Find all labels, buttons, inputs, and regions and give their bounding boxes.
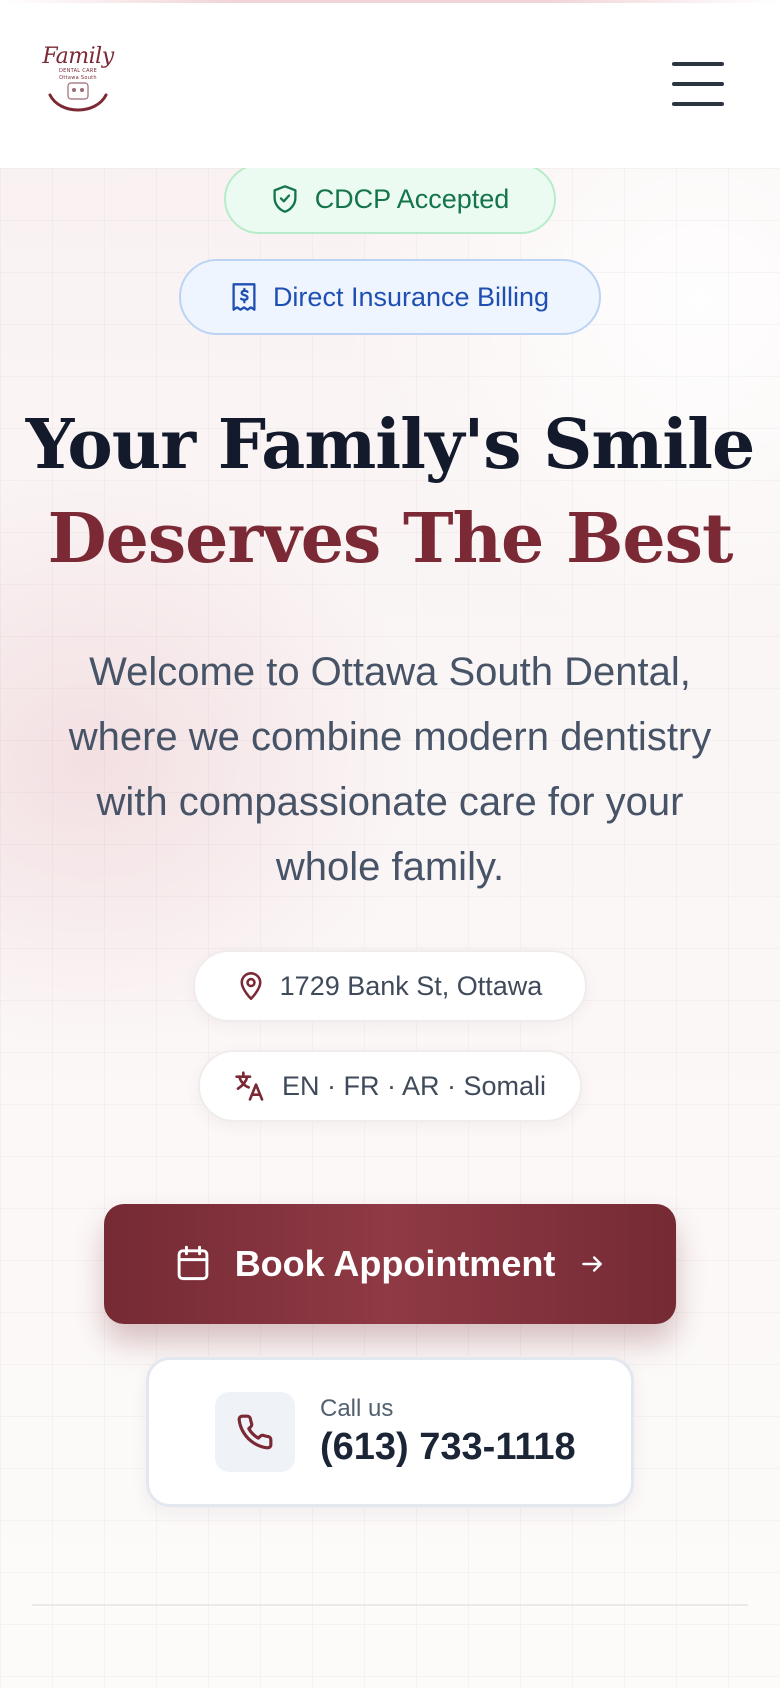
book-appointment-button[interactable]: Book Appointment [104, 1204, 676, 1324]
address-label: 1729 Bank St, Ottawa [279, 970, 543, 1001]
languages-chip: EN · FR · AR · Somali [198, 1050, 582, 1122]
cdcp-accepted-badge: CDCP Accepted [224, 164, 556, 234]
section-divider [32, 1604, 748, 1606]
phone-number: (613) 733-1118 [320, 1426, 576, 1468]
languages-label: EN · FR · AR · Somali [281, 1070, 547, 1101]
logo-script-text: Family [42, 44, 114, 69]
call-us-label: Call us [320, 1395, 394, 1422]
hamburger-line [672, 62, 724, 66]
call-us-button[interactable]: Call us (613) 733-1118 [146, 1357, 634, 1507]
cdcp-badge-label: CDCP Accepted [314, 183, 510, 214]
hamburger-line [672, 82, 724, 86]
translate-icon [235, 1071, 264, 1101]
call-text: Call us (613) 733-1118 [320, 1394, 576, 1470]
navbar: Family DENTAL CARE Ottawa South [0, 0, 780, 168]
phone-icon [237, 1414, 273, 1450]
headline-line-2: Deserves The Best [47, 499, 734, 579]
shield-check-icon [273, 185, 297, 213]
address-chip[interactable]: 1729 Bank St, Ottawa [193, 950, 587, 1022]
page: Family DENTAL CARE Ottawa South CDCP Acc… [0, 0, 780, 1688]
headline-line-1: Your Family's Smile [25, 405, 755, 485]
arrow-right-icon [582, 1256, 603, 1272]
hero-headline: Your Family's Smile Deserves The Best [0, 398, 780, 586]
direct-insurance-billing-badge: Direct Insurance Billing [179, 259, 601, 335]
book-appointment-label: Book Appointment [234, 1243, 556, 1284]
insurance-badge-label: Direct Insurance Billing [272, 281, 550, 312]
logo[interactable]: Family DENTAL CARE Ottawa South [40, 46, 116, 122]
hamburger-menu-icon[interactable] [672, 62, 724, 106]
map-pin-icon [240, 972, 262, 1000]
hamburger-line [672, 102, 724, 106]
phone-icon-box [215, 1392, 295, 1472]
hero-intro-text: Welcome to Ottawa South Dental, where we… [68, 650, 712, 889]
top-accent-bar [0, 0, 780, 3]
logo-smile-emblem [48, 82, 108, 112]
calendar-icon [177, 1245, 209, 1281]
receipt-dollar-icon [232, 283, 256, 311]
